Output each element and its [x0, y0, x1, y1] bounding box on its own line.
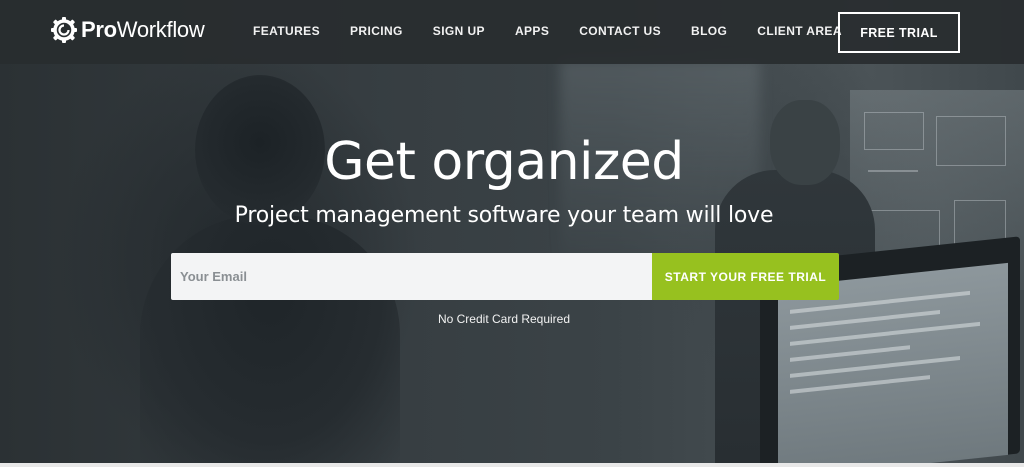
nav-link-pricing[interactable]: PRICING: [350, 24, 403, 38]
gear-logo-icon: [51, 17, 77, 43]
trial-signup-form: START YOUR FREE TRIAL: [171, 253, 839, 300]
nav-link-client-area[interactable]: CLIENT AREA: [757, 24, 842, 38]
hero-subheadline: Project management software your team wi…: [234, 203, 774, 228]
start-free-trial-button[interactable]: START YOUR FREE TRIAL: [652, 253, 839, 300]
hero-section: [0, 0, 1024, 467]
hero-headline: Get organized: [324, 132, 684, 192]
nav-link-blog[interactable]: BLOG: [691, 24, 727, 38]
free-trial-button[interactable]: FREE TRIAL: [838, 12, 960, 53]
nav-link-features[interactable]: FEATURES: [253, 24, 320, 38]
no-credit-card-note: No Credit Card Required: [437, 312, 571, 326]
top-navigation: ProWorkflow FEATURES PRICING SIGN UP APP…: [0, 0, 1024, 64]
nav-link-sign-up[interactable]: SIGN UP: [433, 24, 485, 38]
nav-link-apps[interactable]: APPS: [515, 24, 549, 38]
page-bottom-edge: [0, 463, 1024, 467]
proworkflow-logo[interactable]: ProWorkflow: [50, 15, 205, 45]
email-input[interactable]: [171, 253, 652, 300]
logo-wordmark: ProWorkflow: [81, 17, 205, 42]
nav-links: FEATURES PRICING SIGN UP APPS CONTACT US…: [253, 24, 872, 38]
nav-link-contact-us[interactable]: CONTACT US: [579, 24, 661, 38]
